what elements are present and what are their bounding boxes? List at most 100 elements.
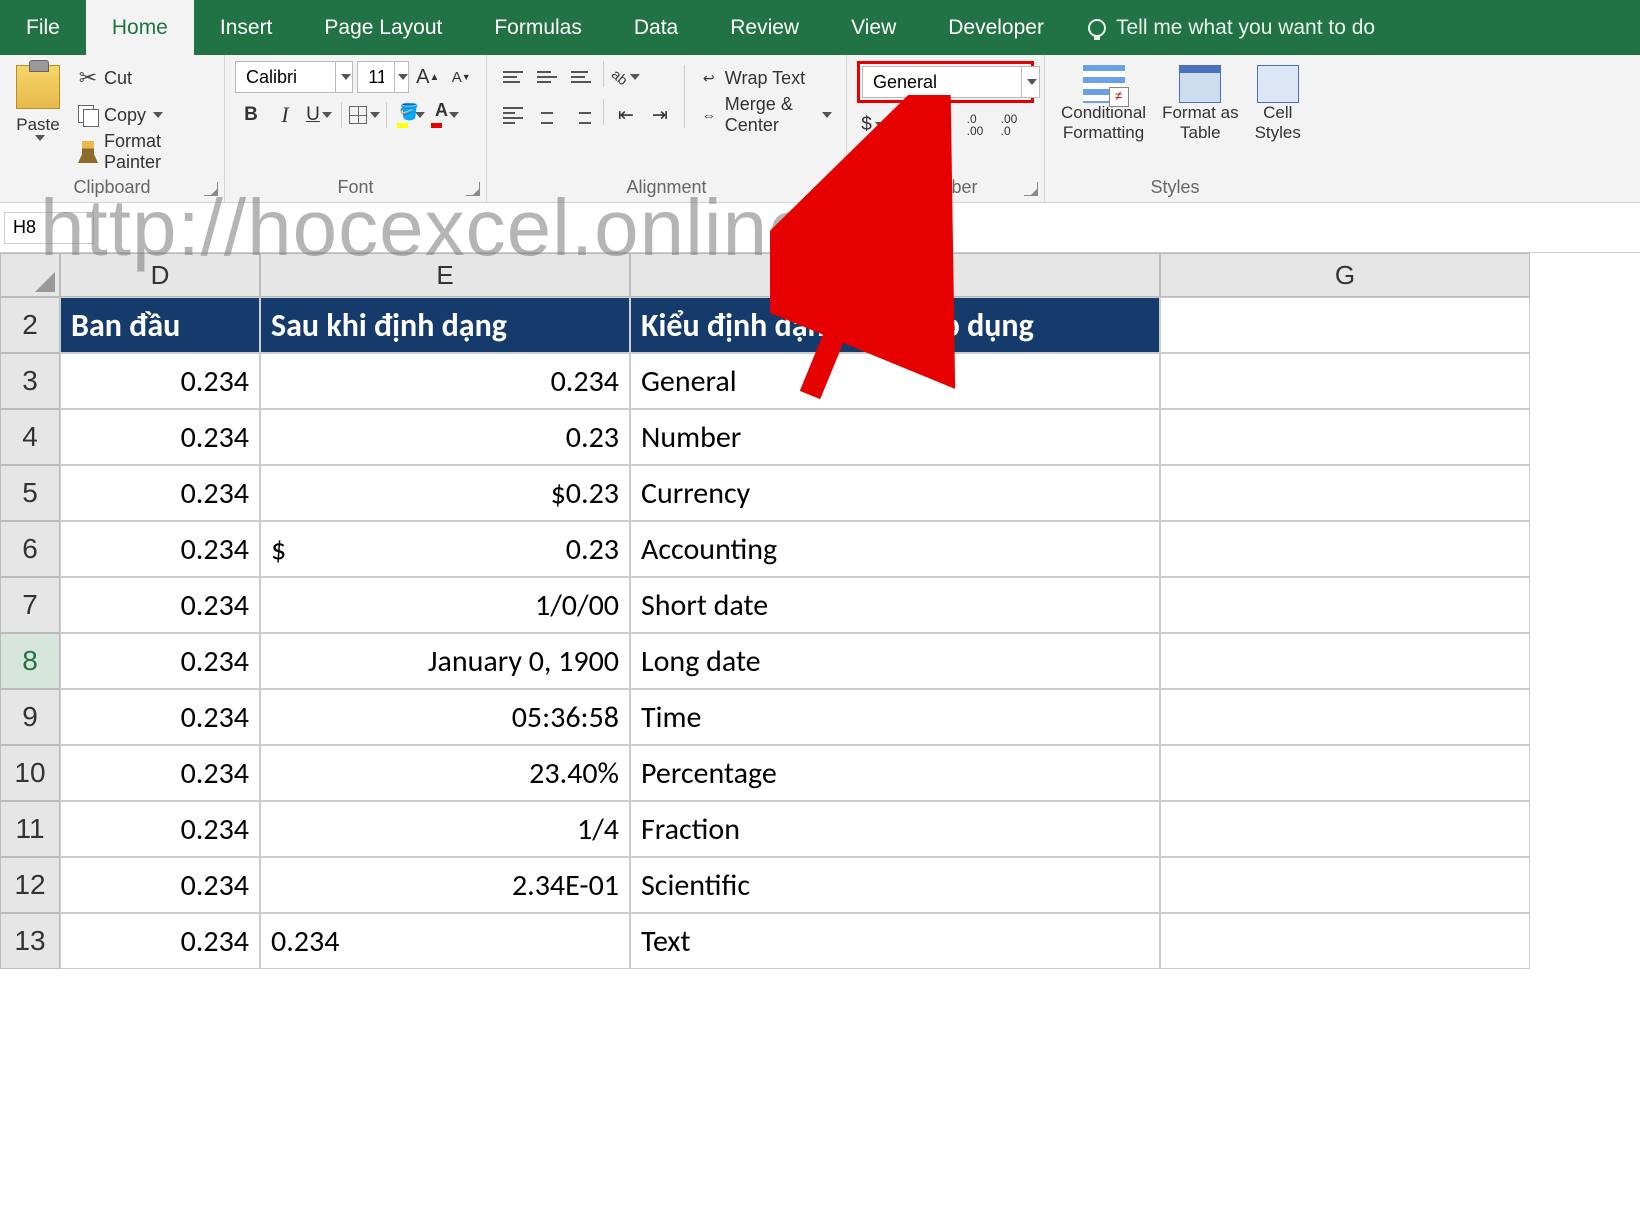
borders-button[interactable] [348,99,380,131]
tab-page-layout[interactable]: Page Layout [298,0,468,55]
row-header[interactable]: 6 [0,521,60,577]
cell[interactable] [1160,353,1530,409]
decrease-decimal-button[interactable]: .00.0 [993,109,1025,141]
align-right-button[interactable] [565,99,597,131]
percent-button[interactable]: % [891,109,923,141]
row-header[interactable]: 11 [0,801,60,857]
decrease-font-button[interactable]: A▼ [447,61,477,93]
worksheet-grid[interactable]: DEFG2Ban đầuSau khi định dạngKiểu định d… [0,253,1640,969]
tab-developer[interactable]: Developer [922,0,1070,55]
dialog-launcher[interactable] [466,182,480,196]
cell[interactable]: 0.234 [60,521,260,577]
cell[interactable] [1160,521,1530,577]
cell[interactable]: 0.234 [60,857,260,913]
dialog-launcher[interactable] [1024,182,1038,196]
dialog-launcher[interactable] [204,182,218,196]
cell[interactable]: $0.23 [260,465,630,521]
cell[interactable] [1160,913,1530,969]
number-format-combo[interactable] [862,66,1040,98]
wrap-text-button[interactable]: ↩ Wrap Text [693,61,836,95]
row-header[interactable]: 8 [0,633,60,689]
cell[interactable]: 0.234 [60,409,260,465]
dialog-launcher[interactable] [826,182,840,196]
cell[interactable]: 23.40% [260,745,630,801]
column-header[interactable]: F [630,253,1160,297]
cell[interactable]: Number [630,409,1160,465]
align-left-button[interactable] [497,99,529,131]
row-header[interactable]: 7 [0,577,60,633]
table-header-cell[interactable]: Ban đầu [60,297,260,353]
cell[interactable]: 0.234 [60,633,260,689]
tab-review[interactable]: Review [704,0,825,55]
cell[interactable]: General [630,353,1160,409]
cell[interactable] [1160,745,1530,801]
row-header[interactable]: 5 [0,465,60,521]
cut-button[interactable]: ✂ Cut [72,61,214,95]
name-box[interactable]: H8 [4,212,94,244]
cell[interactable]: 0.234 [60,465,260,521]
row-header[interactable]: 10 [0,745,60,801]
table-header-cell[interactable]: Sau khi định dạng [260,297,630,353]
cell[interactable] [1160,633,1530,689]
tell-me-search[interactable]: Tell me what you want to do [1070,0,1393,55]
cell[interactable] [1160,857,1530,913]
tab-formulas[interactable]: Formulas [468,0,608,55]
font-name-combo[interactable] [235,61,353,93]
tab-insert[interactable]: Insert [194,0,299,55]
accounting-format-button[interactable]: $ [857,109,889,141]
align-middle-button[interactable] [531,61,563,93]
cell[interactable]: 0.234 [60,353,260,409]
tab-data[interactable]: Data [608,0,704,55]
comma-button[interactable]: , [925,109,957,141]
row-header[interactable]: 3 [0,353,60,409]
select-all-corner[interactable] [0,253,60,297]
cell[interactable] [1160,465,1530,521]
merge-center-button[interactable]: ⇔ Merge & Center [693,98,836,132]
number-format-input[interactable] [863,72,1021,93]
underline-button[interactable]: U [303,99,335,131]
align-top-button[interactable] [497,61,529,93]
cell[interactable]: 0.234 [60,689,260,745]
cell[interactable]: 0.234 [60,913,260,969]
cell[interactable]: 0.23 [260,409,630,465]
cell[interactable]: $0.23 [260,521,630,577]
format-as-table-button[interactable]: Format as Table [1156,61,1245,146]
align-center-button[interactable] [531,99,563,131]
format-painter-button[interactable]: Format Painter [72,135,214,169]
cell[interactable]: 05:36:58 [260,689,630,745]
increase-font-button[interactable]: A▲ [413,61,443,93]
cell[interactable]: Text [630,913,1160,969]
cell[interactable] [1160,577,1530,633]
tab-view[interactable]: View [825,0,922,55]
cell[interactable]: Scientific [630,857,1160,913]
increase-indent-button[interactable]: ⇥ [644,99,676,131]
font-size-combo[interactable] [357,61,409,93]
font-name-input[interactable] [236,67,335,88]
cell[interactable]: Currency [630,465,1160,521]
column-header[interactable]: D [60,253,260,297]
orientation-button[interactable]: ab [610,61,642,93]
cell-styles-button[interactable]: Cell Styles [1249,61,1307,146]
align-bottom-button[interactable] [565,61,597,93]
cell[interactable] [1160,297,1530,353]
cell[interactable] [1160,409,1530,465]
bold-button[interactable]: B [235,99,267,131]
italic-button[interactable]: I [269,99,301,131]
row-header[interactable]: 9 [0,689,60,745]
cell[interactable]: Short date [630,577,1160,633]
cell[interactable]: 0.234 [60,745,260,801]
tab-home[interactable]: Home [86,0,194,55]
cell[interactable]: 1/0/00 [260,577,630,633]
table-header-cell[interactable]: Kiểu định dạng được áp dụng [630,297,1160,353]
column-header[interactable]: E [260,253,630,297]
cell[interactable]: 0.234 [260,913,630,969]
cell[interactable]: 0.234 [60,577,260,633]
row-header[interactable]: 2 [0,297,60,353]
font-size-input[interactable] [358,67,394,88]
cell[interactable]: Percentage [630,745,1160,801]
cell[interactable]: Time [630,689,1160,745]
font-color-button[interactable]: A [427,99,459,131]
cell[interactable]: Accounting [630,521,1160,577]
decrease-indent-button[interactable]: ⇤ [610,99,642,131]
fill-color-button[interactable]: 🪣 [393,99,425,131]
